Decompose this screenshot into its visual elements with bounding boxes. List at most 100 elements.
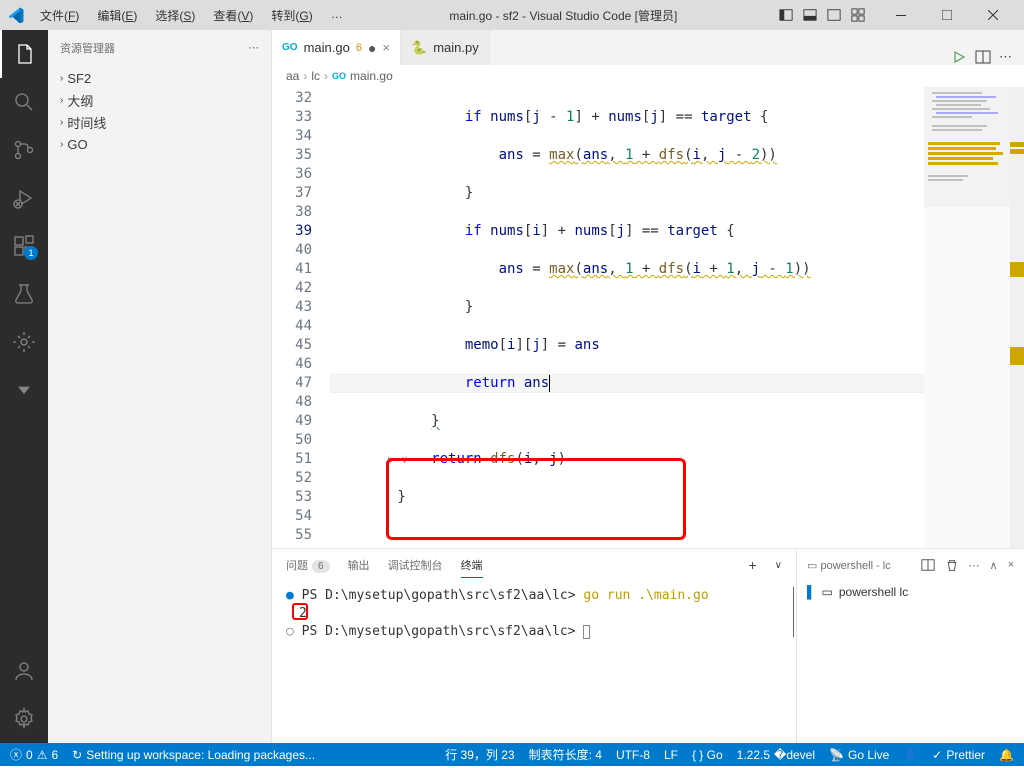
kill-terminal-icon[interactable]: [945, 558, 959, 572]
panel-tab-problems[interactable]: 问题6: [286, 553, 330, 577]
search-icon[interactable]: [0, 78, 48, 126]
sidebar-title: 资源管理器: [60, 40, 115, 56]
terminal-group-label[interactable]: ▭ powershell - lc: [807, 559, 911, 572]
run-icon[interactable]: [951, 49, 967, 65]
accounts-icon[interactable]: [0, 647, 48, 695]
terminal-dropdown-icon[interactable]: ∨: [775, 560, 782, 571]
status-copilot-icon[interactable]: 👤: [903, 748, 918, 762]
tab-main-go[interactable]: GO main.go 6 ● ×: [272, 30, 401, 65]
explorer-icon[interactable]: [0, 30, 48, 78]
tabs-bar: GO main.go 6 ● × 🐍 main.py ⋯: [272, 30, 1024, 65]
status-indentation[interactable]: 制表符长度: 4: [529, 746, 602, 763]
sidebar-section-timeline[interactable]: ›时间线: [48, 111, 271, 133]
extensions-icon[interactable]: 1: [0, 222, 48, 270]
panel-tab-terminal[interactable]: 终端: [461, 553, 483, 578]
close-button[interactable]: [970, 0, 1016, 30]
menu-selection[interactable]: 选择(S): [147, 3, 203, 28]
sidebar-section-outline[interactable]: ›大纲: [48, 89, 271, 111]
status-prettier[interactable]: ✓ Prettier: [932, 748, 985, 762]
window-controls: [878, 0, 1016, 30]
status-go-version[interactable]: 1.22.5 �devel: [737, 748, 815, 762]
close-panel-icon[interactable]: ×: [1008, 559, 1014, 571]
status-encoding[interactable]: UTF-8: [616, 748, 650, 762]
customize-layout-icon[interactable]: [848, 5, 868, 25]
status-notifications-icon[interactable]: 🔔: [999, 748, 1014, 762]
terminal-scroll-indicator: [793, 587, 794, 637]
code-content[interactable]: if nums[j - 1] + nums[j] == target { ans…: [330, 87, 1024, 548]
menu-go[interactable]: 转到(G): [263, 3, 320, 28]
sidebar-section-sf2[interactable]: ›SF2: [48, 67, 271, 89]
status-errors-warnings[interactable]: ⓧ0 ⚠6: [10, 746, 58, 763]
panel: 问题6 输出 调试控制台 终端 + ∨ ● PS D:\mysetup\gopa…: [272, 548, 1024, 743]
menu-view[interactable]: 查看(V): [205, 3, 261, 28]
status-cursor-position[interactable]: 行 39，列 23: [445, 746, 514, 763]
window-title: main.go - sf2 - Visual Studio Code [管理员]: [351, 7, 776, 24]
terminal-output: 2: [299, 606, 307, 621]
terminal-list-item[interactable]: ▌ ▭ powershell lc: [797, 581, 1024, 603]
split-editor-icon[interactable]: [975, 49, 991, 65]
maximize-panel-icon[interactable]: ∧: [990, 559, 998, 572]
text-cursor: [549, 375, 550, 392]
sidebar: 资源管理器 ⋯ ›SF2 ›大纲 ›时间线 ›GO: [48, 30, 272, 743]
breadcrumb-part[interactable]: main.go: [350, 69, 393, 83]
status-loading[interactable]: ↻Setting up workspace: Loading packages.…: [72, 748, 315, 762]
terminal-cursor: [583, 625, 590, 639]
maximize-button[interactable]: [924, 0, 970, 30]
source-control-icon[interactable]: [0, 126, 48, 174]
minimap-content: [924, 87, 1024, 547]
terminal-icon: ▭: [822, 585, 833, 599]
breadcrumb-part[interactable]: lc: [311, 69, 320, 83]
panel-tabs: 问题6 输出 调试控制台 终端 + ∨: [272, 549, 796, 581]
menu-bar: 文件(F) 编辑(E) 选择(S) 查看(V) 转到(G) …: [32, 3, 351, 28]
line-numbers: 3233343536373839404142434445464748495051…: [272, 87, 330, 548]
breadcrumbs[interactable]: aa › lc › GO main.go: [272, 65, 1024, 87]
status-go-live[interactable]: 📡 Go Live: [829, 748, 889, 762]
go-file-icon: GO: [282, 42, 298, 53]
testing-icon[interactable]: [0, 270, 48, 318]
title-bar: 文件(F) 编辑(E) 选择(S) 查看(V) 转到(G) … main.go …: [0, 0, 1024, 30]
extensions-badge: 1: [24, 246, 38, 260]
close-icon[interactable]: ×: [382, 40, 390, 55]
menu-edit[interactable]: 编辑(E): [89, 3, 145, 28]
new-terminal-icon[interactable]: +: [748, 557, 756, 573]
tab-problems-count: 6: [356, 42, 362, 54]
modified-indicator-icon: ●: [368, 40, 376, 56]
go-file-icon: GO: [332, 71, 346, 81]
tab-label: main.py: [433, 40, 479, 55]
status-eol[interactable]: LF: [664, 748, 678, 762]
minimize-button[interactable]: [878, 0, 924, 30]
title-controls: [776, 5, 868, 25]
breadcrumb-part[interactable]: aa: [286, 69, 299, 83]
remote-icon[interactable]: [0, 318, 48, 366]
terminal-side-panel: ▭ powershell - lc ⋯ ∧ × ▌ ▭ powershell l…: [796, 549, 1024, 743]
minimap[interactable]: [924, 87, 1024, 548]
tab-label: main.go: [304, 40, 350, 55]
code-editor[interactable]: 3233343536373839404142434445464748495051…: [272, 87, 1024, 548]
layout-panel-icon[interactable]: [800, 5, 820, 25]
activity-bar: 1: [0, 30, 48, 743]
tab-main-py[interactable]: 🐍 main.py: [401, 30, 490, 65]
panel-tab-debug[interactable]: 调试控制台: [388, 553, 443, 577]
editor-area: GO main.go 6 ● × 🐍 main.py ⋯ aa › lc: [272, 30, 1024, 743]
layout-sidebar-right-icon[interactable]: [824, 5, 844, 25]
terminal[interactable]: ● PS D:\mysetup\gopath\src\sf2\aa\lc> go…: [272, 581, 796, 647]
status-language[interactable]: { } Go: [692, 748, 723, 762]
sidebar-section-go[interactable]: ›GO: [48, 133, 271, 155]
layout-sidebar-left-icon[interactable]: [776, 5, 796, 25]
split-terminal-icon[interactable]: [921, 558, 935, 572]
python-file-icon: 🐍: [411, 40, 427, 56]
code-lens[interactable]: ▶ ∨: [388, 450, 408, 469]
settings-icon[interactable]: [0, 695, 48, 743]
sidebar-more-icon[interactable]: ⋯: [248, 41, 259, 54]
sidebar-header: 资源管理器 ⋯: [48, 30, 271, 65]
more-icon[interactable]: ⋯: [969, 559, 980, 572]
debug-icon[interactable]: [0, 174, 48, 222]
scrollbar[interactable]: [1010, 87, 1024, 548]
status-bar: ⓧ0 ⚠6 ↻Setting up workspace: Loading pac…: [0, 743, 1024, 766]
panel-tab-output[interactable]: 输出: [348, 553, 370, 577]
menu-more[interactable]: …: [323, 3, 351, 28]
more-icon[interactable]: ⋯: [999, 49, 1012, 65]
menu-file[interactable]: 文件(F): [32, 3, 87, 28]
vscode-icon: [8, 7, 24, 23]
chevron-down-icon[interactable]: [0, 366, 48, 414]
